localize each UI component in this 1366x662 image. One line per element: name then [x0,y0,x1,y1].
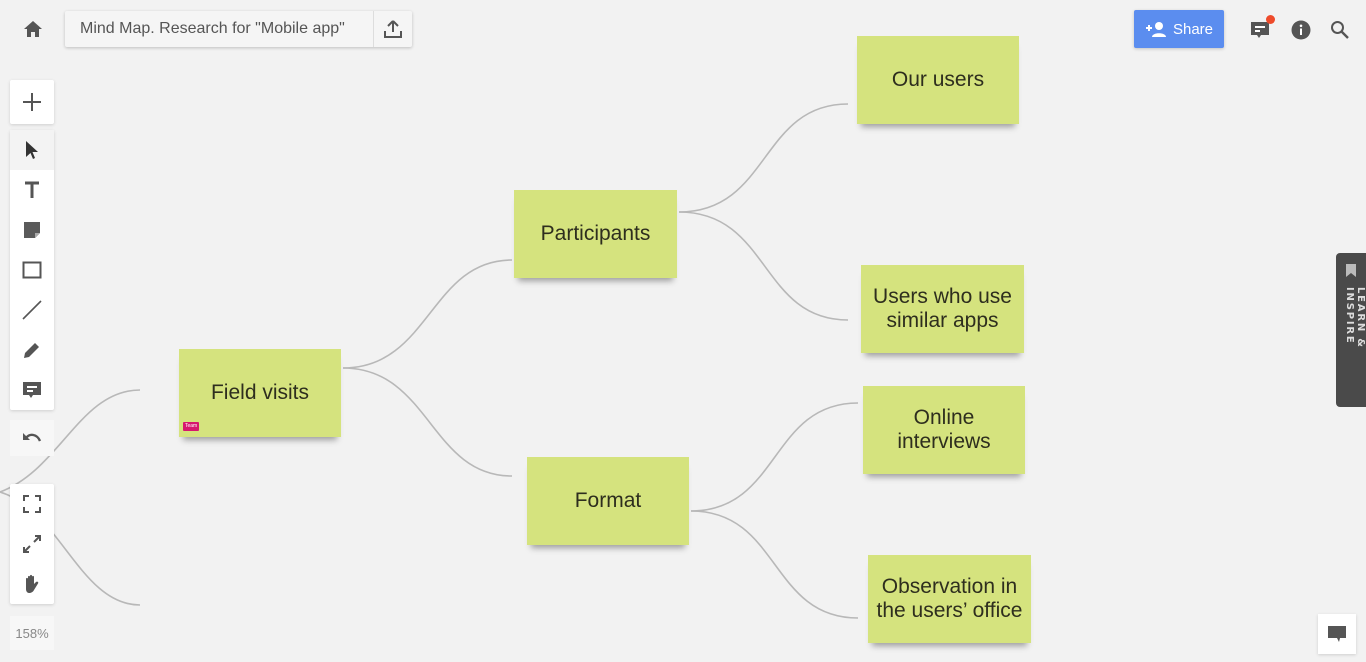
share-button[interactable]: Share [1134,10,1224,48]
sticky-note-participants[interactable]: Participants [514,190,677,278]
cursor-icon [26,141,38,159]
sticky-note-icon [24,222,40,238]
bookmark-icon [1346,264,1356,277]
chat-icon [1328,626,1346,642]
learn-inspire-tab[interactable]: LEARN & INSPIRE [1336,253,1366,407]
sticky-text: Users who use similar apps [873,285,1012,332]
info-button[interactable] [1289,18,1313,42]
select-tool[interactable] [10,130,54,170]
learn-inspire-label: LEARN & INSPIRE [1344,287,1366,349]
comment-icon [23,382,41,398]
sticky-text: Online interviews [897,406,991,453]
zoom-level[interactable]: 158% [10,616,54,650]
connector-field-format [342,367,513,477]
sticky-text: Observation in the users’ office [876,575,1023,622]
undo-icon [23,433,42,442]
tag-badge[interactable]: Team [183,422,200,431]
add-button[interactable] [10,80,54,124]
frame-icon [23,495,41,513]
sticky-note-format[interactable]: Format [527,457,689,545]
add-tool-group [10,80,54,124]
view-toolbar [10,484,54,604]
expand-icon [23,535,41,553]
sticky-note-our-users[interactable]: Our users [857,36,1019,124]
connector-field-participants [342,259,513,369]
connector-format-online [690,402,859,512]
sticky-text: Our users [891,68,985,91]
sticky-note-observation[interactable]: Observation in the users’ office [868,555,1031,643]
sticky-note-online-interviews[interactable]: Online interviews [863,386,1025,474]
export-button[interactable] [373,11,412,47]
pen-tool[interactable] [10,330,54,370]
sticky-text: Field visits [210,381,310,404]
search-button[interactable] [1328,18,1352,42]
main-toolbar [10,130,54,410]
connector-participants-ourusers [678,103,849,213]
pen-icon [24,343,39,358]
sticky-text: Participants [540,222,651,245]
sticky-note-similar-apps-users[interactable]: Users who use similar apps [861,265,1024,353]
plus-icon [23,93,41,111]
comments-button[interactable] [1248,15,1275,42]
line-icon [22,300,42,320]
mindmap-connectors [0,103,859,619]
fullscreen-button[interactable] [10,524,54,564]
sticky-text: Format [574,489,642,512]
rectangle-icon [22,261,42,279]
pan-tool[interactable] [10,564,54,604]
connector-participants-similar [678,211,849,321]
share-label: Share [1172,20,1214,38]
board-title-bar: Mind Map. Research for "Mobile app" [65,11,412,47]
search-icon [1331,21,1349,39]
sticky-note-field-visits[interactable]: Field visits Team [179,349,341,437]
comment-tool[interactable] [10,370,54,410]
line-tool[interactable] [10,290,54,330]
home-button[interactable] [20,16,46,42]
chat-button[interactable] [1318,614,1356,654]
home-icon [24,21,42,37]
notification-badge [1266,15,1275,24]
sticky-note-tool[interactable] [10,210,54,250]
text-icon [25,181,39,198]
board-title[interactable]: Mind Map. Research for "Mobile app" [65,20,373,38]
connector-format-observation [690,510,859,619]
text-tool[interactable] [10,170,54,210]
undo-button[interactable] [10,420,54,456]
hand-icon [26,574,39,593]
add-user-icon [1145,22,1166,37]
shape-tool[interactable] [10,250,54,290]
info-icon [1291,20,1311,40]
export-icon [384,20,402,38]
fit-to-screen-button[interactable] [10,484,54,524]
